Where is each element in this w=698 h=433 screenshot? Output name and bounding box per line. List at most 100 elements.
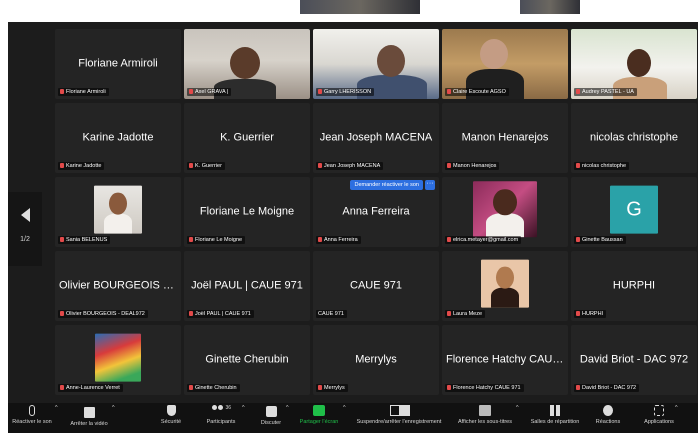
participant-tile-floriane-le-moigne[interactable]: Floriane Le Moigne Floriane Le Moigne — [184, 177, 310, 247]
microphone-muted-icon — [447, 89, 451, 94]
captions-options-caret[interactable]: ^ — [516, 405, 519, 411]
participant-display-name: K. Guerrier — [220, 131, 274, 144]
microphone-muted-icon — [576, 311, 580, 316]
participant-name-text: Ginette Baussan — [582, 237, 623, 243]
stop-video-label: Arrêter la vidéo — [70, 421, 108, 427]
participant-name-text: K. Guerrier — [195, 163, 222, 169]
participant-tile-audrey-pastel[interactable]: Audrey PASTEL - UA — [571, 29, 697, 99]
participant-name-label: Audrey PASTEL - UA — [574, 88, 637, 96]
audio-options-caret[interactable]: ^ — [55, 405, 58, 411]
participant-name-text: Sania BELENUS — [66, 237, 108, 243]
show-captions-button[interactable]: Afficher les sous-titres — [455, 405, 515, 425]
participant-tile-sania-belenus[interactable]: Sania BELENUS — [55, 177, 181, 247]
participant-tile-floriane-armiroli[interactable]: Floriane Armiroli Floriane Armiroli — [55, 29, 181, 99]
participant-tile-jean-joseph-macena[interactable]: Jean Joseph MACENA Jean Joseph MACENA — [313, 103, 439, 173]
participant-name-label: elrica.metayer@gmail.com — [445, 236, 522, 244]
profile-picture — [95, 333, 141, 382]
microphone-muted-icon — [189, 237, 193, 242]
participant-name-label: nicolas christophe — [574, 162, 630, 170]
participant-tile-axel-grava[interactable]: Axel GRAVA | — [184, 29, 310, 99]
breakout-rooms-label: Salles de répartition — [530, 419, 580, 425]
microphone-muted-icon — [318, 237, 322, 242]
participant-name-text: Garry LHERISSON — [324, 89, 372, 95]
security-button[interactable]: Sécurité — [154, 405, 188, 425]
participant-name-label: HURPHI — [574, 310, 607, 318]
reactions-label: Réactions — [595, 419, 621, 425]
participant-tile-manon-henarejos[interactable]: Manon Henarejos Manon Henarejos — [442, 103, 568, 173]
participant-name-text: Claire Escoute AGSO — [453, 89, 506, 95]
breakout-rooms-button[interactable]: Salles de répartition — [526, 405, 584, 425]
participant-tile-laura-meze[interactable]: Laura Meze — [442, 251, 568, 321]
share-options-caret[interactable]: ^ — [343, 405, 346, 411]
participant-name-label: Anna Ferreira — [316, 236, 361, 244]
pause-stop-recording-button[interactable]: Suspendre/arrêter l'enregistrement — [349, 405, 449, 425]
participant-tile-hurphi[interactable]: HURPHI HURPHI — [571, 251, 697, 321]
profile-picture: G — [610, 185, 658, 234]
microphone-muted-icon — [318, 385, 322, 390]
microphone-muted-icon — [60, 385, 64, 390]
participant-name-label: Claire Escoute AGSO — [445, 88, 509, 96]
apps-options-caret[interactable]: ^ — [675, 405, 678, 411]
participant-name-label: K. Guerrier — [187, 162, 225, 170]
participant-tile-joel-paul[interactable]: Joël PAUL | CAUE 971 Joël PAUL | CAUE 971 — [184, 251, 310, 321]
microphone-muted-icon — [189, 311, 193, 316]
cropped-photo — [520, 0, 580, 14]
participant-tile-anna-ferreira[interactable]: Anna Ferreira Demander réactiver le son ··… — [313, 177, 439, 247]
participant-name-label: Floriane Armiroli — [58, 88, 109, 96]
participant-tile-merrylys[interactable]: Merrylys Merrylys — [313, 325, 439, 395]
profile-picture — [481, 259, 529, 308]
more-options-button[interactable]: ··· — [425, 180, 435, 190]
microphone-muted-icon — [60, 163, 64, 168]
microphone-muted-icon — [576, 89, 580, 94]
participant-name-label: Merrylys — [316, 384, 348, 392]
participant-tile-florence-hatchy[interactable]: Florence Hatchy CAUE... Florence Hatchy C… — [442, 325, 568, 395]
breakout-rooms-icon — [550, 405, 560, 416]
participant-name-text: HURPHI — [582, 311, 604, 317]
microphone-muted-icon — [29, 405, 35, 416]
microphone-muted-icon — [576, 237, 580, 242]
participant-name-text: Anna Ferreira — [324, 237, 358, 243]
previous-page-button[interactable]: 1/2 — [8, 192, 42, 266]
chat-button[interactable]: Discuter — [256, 405, 286, 426]
participant-tile-david-briot[interactable]: David Briot - DAC 972 David Briot - DAC 9… — [571, 325, 697, 395]
participant-tile-garry-lherisson[interactable]: Garry LHERISSON — [313, 29, 439, 99]
participant-name-label: CAUE 971 — [316, 310, 347, 318]
participant-display-name: Floriane Le Moigne — [199, 205, 295, 218]
participant-tile-caue-971[interactable]: CAUE 971 CAUE 971 — [313, 251, 439, 321]
participant-tile-olivier-bourgeois[interactable]: Olivier BOURGEOIS - DE... Olivier BOURGEO… — [55, 251, 181, 321]
share-screen-button[interactable]: Partager l'écran — [295, 405, 343, 425]
unmute-button[interactable]: Réactiver le son — [10, 405, 54, 425]
participant-name-text: CAUE 971 — [318, 311, 344, 317]
stop-video-button[interactable]: Arrêter la vidéo — [64, 405, 114, 427]
microphone-muted-icon — [576, 163, 580, 168]
microphone-muted-icon — [60, 89, 64, 94]
apps-label: Applications — [644, 419, 674, 425]
reactions-button[interactable]: Réactions — [593, 405, 623, 425]
participant-tile-claire-escoute[interactable]: Claire Escoute AGSO — [442, 29, 568, 99]
participant-name-label: Axel GRAVA | — [187, 88, 232, 96]
participant-display-name: Floriane Armiroli — [78, 57, 158, 70]
participants-options-caret[interactable]: ^ — [242, 405, 245, 411]
ask-to-unmute-button[interactable]: Demander réactiver le son — [350, 180, 423, 190]
participant-tile-karine-jadotte[interactable]: Karine Jadotte Karine Jadotte — [55, 103, 181, 173]
participant-tile-anne-laurence-verret[interactable]: Anne-Laurence Verret — [55, 325, 181, 395]
participant-name-label: Karine Jadotte — [58, 162, 105, 170]
microphone-muted-icon — [447, 385, 451, 390]
participants-button[interactable]: 36 Participants — [201, 405, 241, 425]
apps-button[interactable]: Applications — [640, 405, 678, 425]
microphone-muted-icon — [60, 237, 64, 242]
participant-tile-nicolas-christophe[interactable]: nicolas christophe nicolas christophe — [571, 103, 697, 173]
chat-options-caret[interactable]: ^ — [286, 405, 289, 411]
participant-tile-ginette-baussan[interactable]: G Ginette Baussan — [571, 177, 697, 247]
participant-display-name: Joël PAUL | CAUE 971 — [191, 279, 303, 292]
participant-name-text: Merrylys — [324, 385, 345, 391]
chevron-left-icon — [20, 208, 30, 222]
participant-name-label: David Briot - DAC 972 — [574, 384, 640, 392]
participants-count: 36 — [225, 405, 232, 411]
pause-stop-icon — [390, 405, 410, 416]
video-options-caret[interactable]: ^ — [112, 405, 115, 411]
participant-tile-ginette-cherubin[interactable]: Ginette Cherubin Ginette Cherubin — [184, 325, 310, 395]
participant-tile-elrica-metayer[interactable]: elrica.metayer@gmail.com — [442, 177, 568, 247]
participant-tile-k-guerrier[interactable]: K. Guerrier K. Guerrier — [184, 103, 310, 173]
participant-display-name: Merrylys — [355, 353, 397, 366]
